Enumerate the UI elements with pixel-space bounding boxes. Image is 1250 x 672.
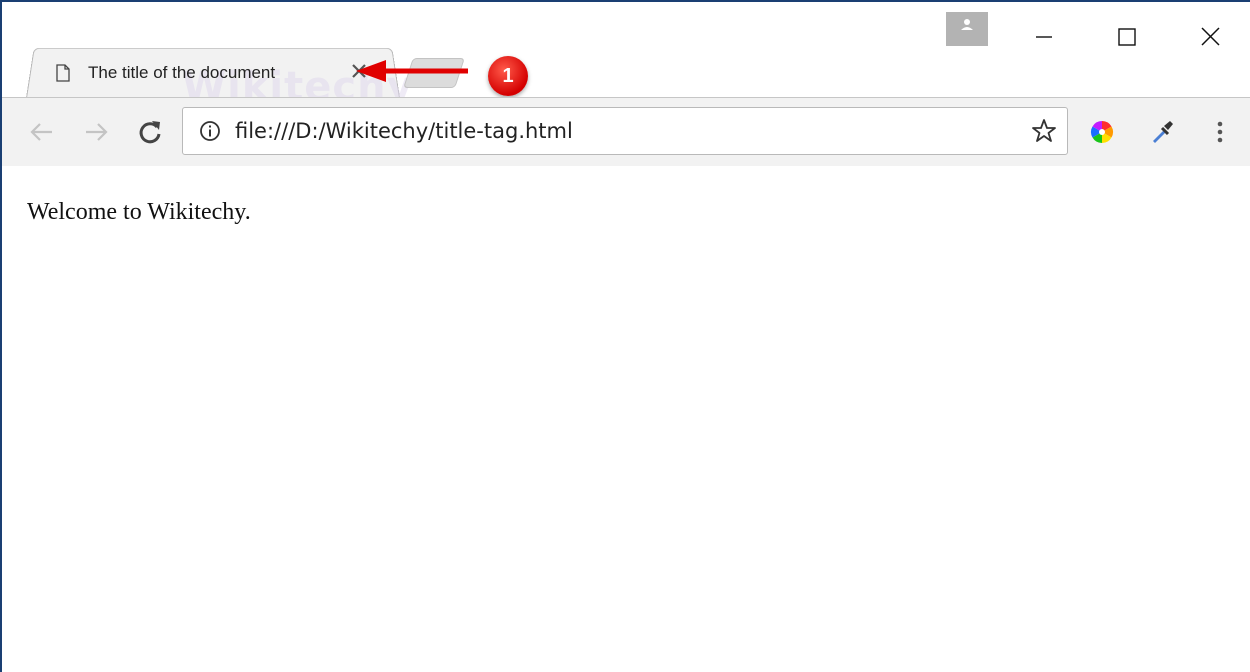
browser-toolbar: file:///D:/Wikitechy/title-tag.html xyxy=(2,97,1250,167)
profile-button[interactable] xyxy=(946,12,988,46)
annotation-arrow xyxy=(356,60,468,82)
forward-icon[interactable] xyxy=(82,118,110,146)
title-bar: Wikitechy The title of the document xyxy=(2,2,1250,110)
info-icon[interactable] xyxy=(199,120,221,142)
page-body-text: Welcome to Wikitechy. xyxy=(27,199,251,225)
window-close-icon[interactable] xyxy=(1188,16,1234,50)
annotation-badge: 1 xyxy=(488,56,528,96)
eyedropper-icon[interactable] xyxy=(1148,118,1176,146)
color-wheel-icon[interactable] xyxy=(1088,118,1116,146)
page-content: Welcome to Wikitechy. xyxy=(2,166,1250,672)
kebab-menu-icon[interactable] xyxy=(1208,118,1232,146)
reload-icon[interactable] xyxy=(136,118,164,146)
tab-active[interactable]: The title of the document xyxy=(56,58,386,88)
page-icon xyxy=(56,64,70,82)
star-icon[interactable] xyxy=(1031,118,1057,144)
address-bar[interactable]: file:///D:/Wikitechy/title-tag.html xyxy=(182,107,1068,155)
url-text: file:///D:/Wikitechy/title-tag.html xyxy=(235,119,573,143)
browser-window: Wikitechy The title of the document 1 fi… xyxy=(0,0,1250,672)
minimize-icon[interactable] xyxy=(1020,16,1066,50)
back-icon[interactable] xyxy=(28,118,56,146)
person-icon xyxy=(961,19,973,30)
maximize-icon[interactable] xyxy=(1104,16,1150,50)
tab-title: The title of the document xyxy=(88,63,276,82)
